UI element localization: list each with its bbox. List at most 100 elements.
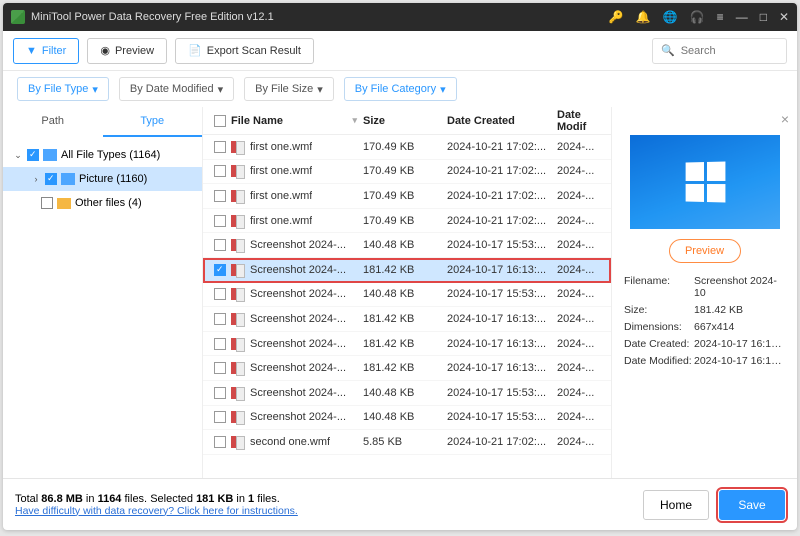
row-checkbox[interactable]: [214, 215, 226, 227]
table-row[interactable]: first one.wmf170.49 KB2024-10-21 17:02:.…: [203, 184, 611, 209]
checkbox[interactable]: [45, 173, 57, 185]
col-filename[interactable]: File Name▾: [231, 115, 363, 127]
picture-type-icon: [61, 173, 75, 185]
checkbox[interactable]: [41, 197, 53, 209]
maximize-icon[interactable]: □: [760, 10, 767, 24]
row-checkbox[interactable]: [214, 141, 226, 153]
chevron-down-icon: ▾: [92, 83, 98, 96]
key-icon[interactable]: 🔑: [609, 10, 624, 24]
file-date-created: 2024-10-17 16:13:...: [447, 362, 557, 374]
file-name: Screenshot 2024-...: [250, 338, 346, 350]
table-row[interactable]: first one.wmf170.49 KB2024-10-21 17:02:.…: [203, 209, 611, 234]
close-preview-icon[interactable]: ×: [781, 111, 789, 127]
table-row[interactable]: Screenshot 2024-...181.42 KB2024-10-17 1…: [203, 307, 611, 332]
tree-picture[interactable]: › Picture (1160): [3, 167, 202, 191]
file-size: 170.49 KB: [363, 190, 447, 202]
tree-other[interactable]: Other files (4): [3, 191, 202, 215]
globe-icon[interactable]: 🌐: [663, 10, 678, 24]
close-icon[interactable]: ✕: [779, 10, 789, 24]
file-size: 181.42 KB: [363, 313, 447, 325]
file-date-modified: 2024-...: [557, 215, 605, 227]
filter-bar: By File Type▾ By Date Modified▾ By File …: [3, 71, 797, 107]
file-icon: [231, 337, 245, 351]
sidebar-tabs: Path Type: [3, 107, 202, 137]
chevron-down-icon: ⌄: [13, 150, 23, 161]
table-row[interactable]: second one.wmf5.85 KB2024-10-21 17:02:..…: [203, 430, 611, 455]
rows-container: first one.wmf170.49 KB2024-10-21 17:02:.…: [203, 135, 611, 478]
file-size: 140.48 KB: [363, 239, 447, 251]
meta-date-modified: 2024-10-17 16:13:54: [694, 355, 785, 367]
file-date-modified: 2024-...: [557, 190, 605, 202]
row-checkbox[interactable]: [214, 190, 226, 202]
help-link[interactable]: Have difficulty with data recovery? Clic…: [15, 505, 298, 517]
file-name: Screenshot 2024-...: [250, 411, 346, 423]
col-date-created[interactable]: Date Created: [447, 115, 557, 127]
table-row[interactable]: Screenshot 2024-...181.42 KB2024-10-17 1…: [203, 332, 611, 357]
file-date-modified: 2024-...: [557, 387, 605, 399]
file-icon: [231, 164, 245, 178]
filter-icon: ▼: [26, 45, 37, 57]
table-row[interactable]: first one.wmf170.49 KB2024-10-21 17:02:.…: [203, 160, 611, 185]
row-checkbox[interactable]: [214, 362, 226, 374]
filter-by-size[interactable]: By File Size▾: [244, 77, 334, 101]
app-window: MiniTool Power Data Recovery Free Editio…: [3, 3, 797, 530]
file-icon: [231, 140, 245, 154]
search-input[interactable]: 🔍: [652, 38, 787, 64]
table-row[interactable]: Screenshot 2024-...140.48 KB2024-10-17 1…: [203, 381, 611, 406]
filter-by-category[interactable]: By File Category▾: [344, 77, 457, 101]
file-name: Screenshot 2024-...: [250, 239, 346, 251]
menu-icon[interactable]: ≡: [717, 10, 724, 24]
row-checkbox[interactable]: [214, 436, 226, 448]
filter-by-type[interactable]: By File Type▾: [17, 77, 109, 101]
save-button[interactable]: Save: [719, 490, 785, 520]
file-date-created: 2024-10-17 15:53:...: [447, 239, 557, 251]
tree-root[interactable]: ⌄ All File Types (1164): [3, 143, 202, 167]
select-all-checkbox[interactable]: [214, 115, 226, 127]
file-list: File Name▾ Size Date Created Date Modif …: [203, 107, 611, 478]
export-button[interactable]: 📄Export Scan Result: [175, 38, 314, 64]
file-date-modified: 2024-...: [557, 264, 605, 276]
table-row[interactable]: Screenshot 2024-...181.42 KB2024-10-17 1…: [203, 258, 611, 283]
minimize-icon[interactable]: —: [736, 10, 748, 24]
home-button[interactable]: Home: [643, 490, 709, 520]
row-checkbox[interactable]: [214, 387, 226, 399]
table-row[interactable]: Screenshot 2024-...140.48 KB2024-10-17 1…: [203, 406, 611, 431]
row-checkbox[interactable]: [214, 165, 226, 177]
checkbox[interactable]: [27, 149, 39, 161]
preview-open-button[interactable]: Preview: [669, 239, 741, 263]
export-icon: 📄: [188, 44, 202, 57]
file-date-created: 2024-10-17 15:53:...: [447, 387, 557, 399]
tree: ⌄ All File Types (1164) › Picture (1160)…: [3, 137, 202, 221]
toolbar: ▼Filter ◉Preview 📄Export Scan Result 🔍: [3, 31, 797, 71]
filter-by-date[interactable]: By Date Modified▾: [119, 77, 234, 101]
chevron-down-icon: ▾: [440, 83, 446, 96]
tab-path[interactable]: Path: [3, 107, 103, 137]
preview-button[interactable]: ◉Preview: [87, 38, 167, 64]
file-size: 181.42 KB: [363, 362, 447, 374]
file-icon: [231, 386, 245, 400]
filter-button[interactable]: ▼Filter: [13, 38, 79, 64]
windows-logo-icon: [685, 161, 725, 202]
row-checkbox[interactable]: [214, 239, 226, 251]
row-checkbox[interactable]: [214, 411, 226, 423]
file-date-modified: 2024-...: [557, 338, 605, 350]
row-checkbox[interactable]: [214, 288, 226, 300]
bell-icon[interactable]: 🔔: [636, 10, 651, 24]
table-row[interactable]: Screenshot 2024-...140.48 KB2024-10-17 1…: [203, 283, 611, 308]
tab-type[interactable]: Type: [103, 107, 203, 137]
sort-icon: ▾: [352, 115, 363, 126]
col-date-modified[interactable]: Date Modif: [557, 109, 605, 133]
row-checkbox[interactable]: [214, 338, 226, 350]
meta-filename: Screenshot 2024-10: [694, 275, 785, 299]
folder-icon: [57, 198, 71, 209]
row-checkbox[interactable]: [214, 313, 226, 325]
row-checkbox[interactable]: [214, 264, 226, 276]
chevron-down-icon: ▾: [317, 83, 323, 96]
file-date-created: 2024-10-17 16:13:...: [447, 313, 557, 325]
table-row[interactable]: first one.wmf170.49 KB2024-10-21 17:02:.…: [203, 135, 611, 160]
file-name: second one.wmf: [250, 436, 330, 448]
table-row[interactable]: Screenshot 2024-... 140.48 KB2024-10-17 1…: [203, 233, 611, 258]
headphone-icon[interactable]: 🎧: [690, 10, 705, 24]
col-size[interactable]: Size: [363, 115, 447, 127]
table-row[interactable]: Screenshot 2024-...181.42 KB2024-10-17 1…: [203, 356, 611, 381]
